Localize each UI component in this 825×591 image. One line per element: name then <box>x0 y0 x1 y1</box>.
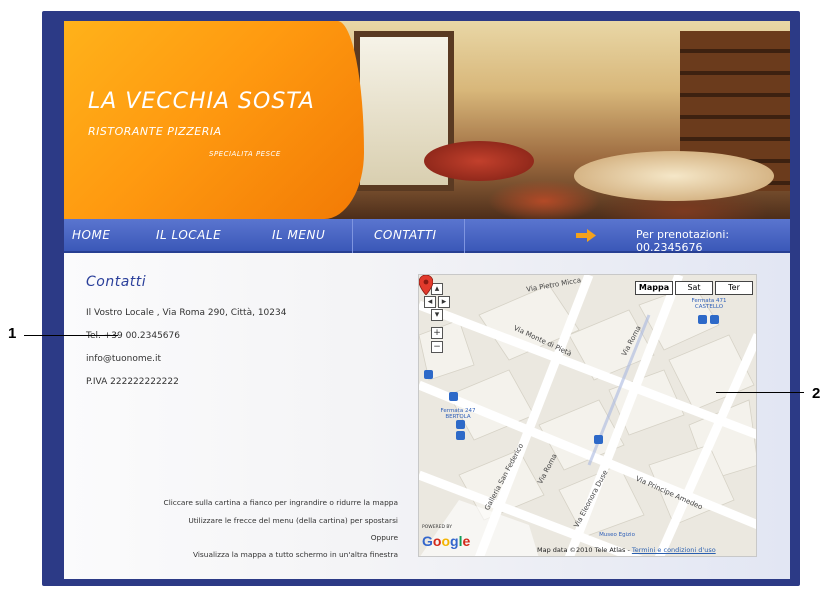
bus-stop-icon[interactable] <box>710 315 719 324</box>
map-fullscreen-link[interactable]: Visualizza la mappa a tutto schermo in u… <box>193 550 398 559</box>
map-copyright: Map data ©2010 Tele Atlas - Termini e co… <box>537 546 716 554</box>
photo-table <box>424 141 534 181</box>
map-type-ter[interactable]: Ter <box>715 281 753 295</box>
contact-vat: P.IVA 222222222222 <box>86 377 179 387</box>
map-help-arrows: Utilizzare le frecce del menu (della car… <box>188 516 398 525</box>
bus-stop-label: Fermata 471 CASTELLO <box>691 298 727 310</box>
nav-contatti[interactable]: CONTATTI <box>374 228 437 242</box>
arrow-right-icon <box>576 229 596 242</box>
callout-line-1 <box>24 335 118 336</box>
pan-left-icon[interactable]: ◂ <box>424 296 436 308</box>
callout-label-2: 2 <box>812 385 821 402</box>
powered-by-label: POWERED BY <box>422 525 453 530</box>
map-help-zoom: Cliccare sulla cartina a fianco per ingr… <box>163 498 398 507</box>
restaurant-photo <box>324 21 790 219</box>
nav-il-locale[interactable]: IL LOCALE <box>156 228 221 242</box>
brand-subtitle: RISTORANTE PIZZERIA <box>88 125 222 138</box>
zoom-in-icon[interactable]: + <box>431 327 443 339</box>
nav-divider <box>464 219 465 253</box>
main-nav: HOME IL LOCALE IL MENU CONTATTI Per pren… <box>64 219 790 254</box>
map-terms-link[interactable]: Termini e condizioni d'uso <box>632 546 716 554</box>
google-logo[interactable]: Google <box>422 533 470 549</box>
contact-email[interactable]: info@tuonome.it <box>86 354 161 364</box>
booking-phone: Per prenotazioni: 00.2345676 <box>636 228 730 254</box>
brand-panel <box>64 21 364 219</box>
bus-stop-icon[interactable] <box>698 315 707 324</box>
callout-line-2 <box>716 392 804 393</box>
map-type-mappa[interactable]: Mappa <box>635 281 673 295</box>
location-pin-icon[interactable] <box>419 275 433 295</box>
bus-stop-icon[interactable] <box>456 420 465 429</box>
map-copyright-text: Map data ©2010 Tele Atlas - <box>537 546 632 554</box>
nav-divider <box>352 219 353 253</box>
map-type-sat[interactable]: Sat <box>675 281 713 295</box>
screenshot-stage: LA VECCHIA SOSTA RISTORANTE PIZZERIA SPE… <box>0 0 825 591</box>
brand-specialty: SPECIALITA PESCE <box>209 150 281 158</box>
page-title: Contatti <box>86 274 147 290</box>
pan-right-icon[interactable]: ▸ <box>438 296 450 308</box>
bus-stop-label: Fermata 247 BERTOLA <box>440 408 476 420</box>
contact-address: Il Vostro Locale , Via Roma 290, Città, … <box>86 308 287 318</box>
map-embed[interactable]: Mappa Sat Ter ▴ ◂ ▸ ▾ + − Via Pietro Mic… <box>418 274 757 557</box>
callout-label-1: 1 <box>8 325 17 342</box>
bus-stop-icon[interactable] <box>594 435 603 444</box>
nav-il-menu[interactable]: IL MENU <box>272 228 325 242</box>
photo-buffet <box>574 151 774 201</box>
nav-home[interactable]: HOME <box>72 228 110 242</box>
map-help-or: Oppure <box>370 533 398 542</box>
bus-stop-icon[interactable] <box>424 370 433 379</box>
bus-stop-icon[interactable] <box>449 392 458 401</box>
zoom-out-icon[interactable]: − <box>431 341 443 353</box>
museum-label: Museo Egizio <box>599 532 635 538</box>
bus-stop-icon[interactable] <box>456 431 465 440</box>
contact-phone: Tel. +39 00.2345676 <box>86 331 180 341</box>
pan-down-icon[interactable]: ▾ <box>431 309 443 321</box>
brand-title: LA VECCHIA SOSTA <box>88 89 315 114</box>
site-header: LA VECCHIA SOSTA RISTORANTE PIZZERIA SPE… <box>64 21 790 219</box>
